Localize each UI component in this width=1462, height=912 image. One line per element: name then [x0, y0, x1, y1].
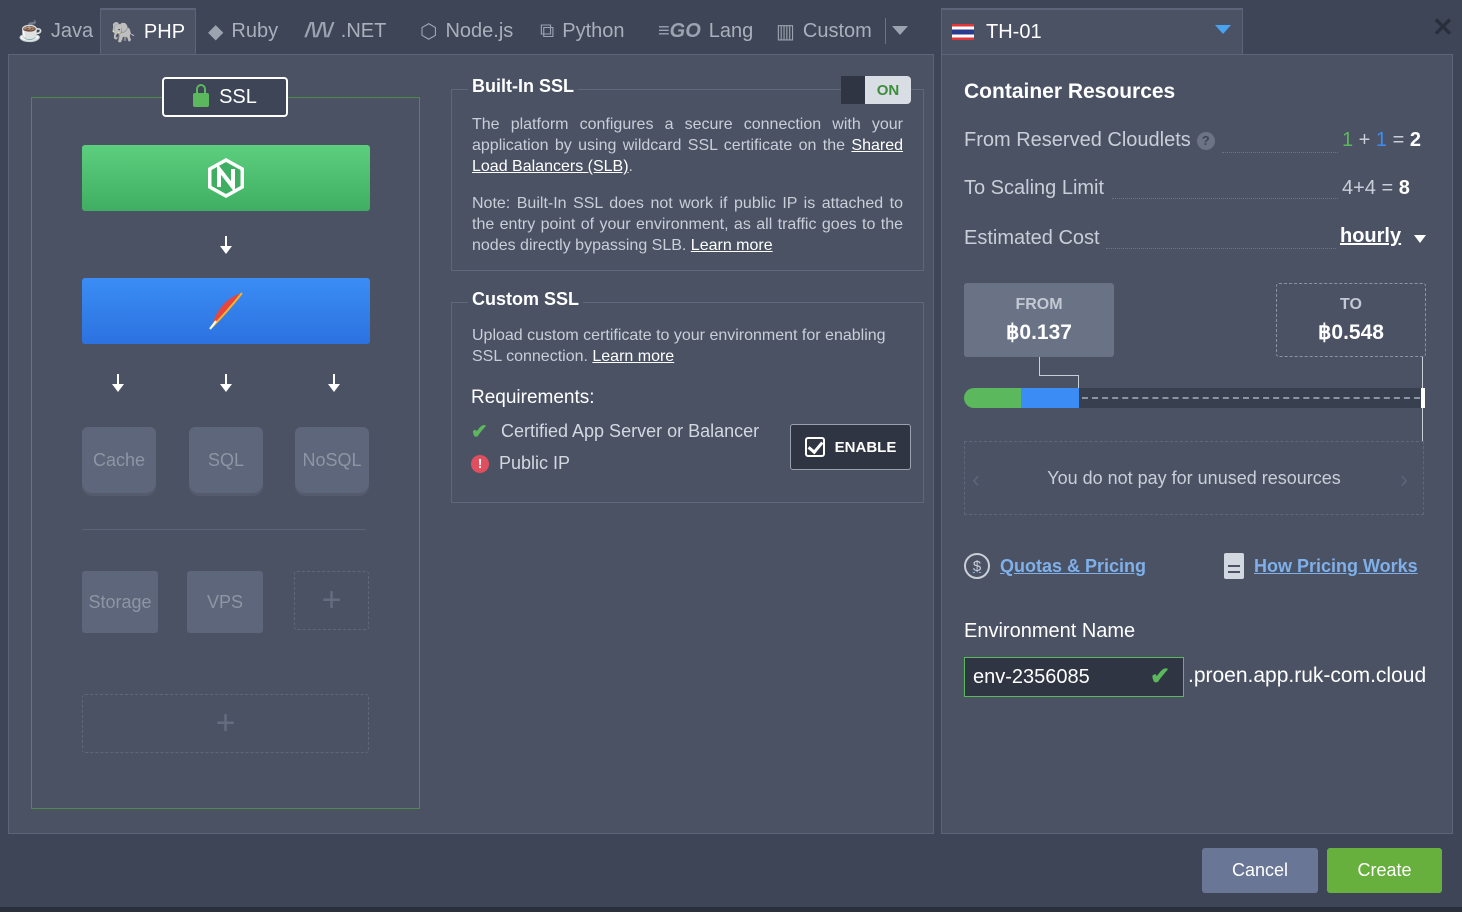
cost-from-box: FROM ฿0.137 [964, 283, 1114, 357]
learn-more-link[interactable]: Learn more [691, 237, 773, 254]
from-connector [1039, 357, 1079, 376]
learn-more-link[interactable]: Learn more [592, 348, 674, 365]
chevron-down-icon[interactable] [1414, 235, 1426, 243]
dotted-leader [1112, 198, 1338, 199]
add-layer-button[interactable]: + [82, 694, 369, 753]
checkbox-icon [804, 437, 825, 457]
cache-node[interactable]: Cache [82, 427, 156, 493]
reserved-cloudlets-label: From Reserved Cloudlets? [964, 129, 1215, 152]
tab-nodejs[interactable]: ⬡ Node.js [410, 8, 523, 54]
plus-icon: + [321, 581, 342, 619]
plus-icon: + [215, 704, 236, 742]
requirement-public-ip: ! Public IP [471, 453, 570, 474]
tab-separator [885, 18, 886, 44]
custom-ssl-description: Upload custom certificate to your enviro… [472, 327, 886, 365]
custom-ssl-section: Custom SSL Upload custom certificate to … [451, 289, 924, 503]
scaling-limit-value: 4+4 = 8 [1342, 177, 1410, 199]
tab-go-lang[interactable]: ≡GO Lang [648, 8, 763, 54]
go-icon: ≡GO [658, 19, 701, 42]
flow-arrow [220, 236, 232, 254]
sql-node[interactable]: SQL [189, 427, 263, 493]
container-resources-title: Container Resources [964, 80, 1176, 103]
dotted-leader [1222, 152, 1338, 153]
scaling-bar-dashes [1082, 397, 1420, 399]
requirement-app-server: ✔ Certified App Server or Balancer [471, 421, 760, 443]
nodejs-icon: ⬡ [420, 20, 438, 43]
python-icon: ⧉ [540, 19, 555, 42]
chevron-right-icon[interactable]: › [1400, 466, 1408, 494]
dotnet-icon: /\/\/ [305, 19, 333, 42]
reserved-bar-segment [1021, 388, 1079, 408]
tab-python[interactable]: ⧉ Python [530, 8, 635, 54]
enable-custom-ssl-button[interactable]: ENABLE [790, 424, 911, 470]
cancel-button[interactable]: Cancel [1202, 848, 1318, 893]
cost-to-box: TO ฿0.548 [1276, 283, 1426, 357]
nginx-icon [208, 158, 244, 198]
create-button[interactable]: Create [1327, 848, 1442, 893]
scaling-limit-marker [1421, 388, 1425, 408]
storage-node[interactable]: Storage [82, 571, 158, 633]
php-icon: 🐘 [111, 21, 136, 44]
quotas-pricing-link[interactable]: $ Quotas & Pricing [964, 553, 1146, 579]
apache-app-server-node[interactable] [82, 278, 370, 344]
dotted-leader [1106, 248, 1336, 249]
flow-arrow [220, 374, 232, 392]
estimated-cost-label: Estimated Cost [964, 227, 1100, 249]
nosql-node[interactable]: NoSQL [295, 427, 369, 493]
chevron-left-icon[interactable]: ‹ [972, 466, 980, 494]
custom-icon: ▥ [776, 20, 795, 43]
document-icon [1224, 553, 1244, 579]
environment-name-label: Environment Name [964, 620, 1136, 642]
builtin-ssl-description: The platform configures a secure connect… [472, 116, 903, 175]
scaling-limit-label: To Scaling Limit [964, 177, 1105, 199]
unused-resources-info: You do not pay for unused resources [964, 441, 1424, 515]
toggle-knob [841, 76, 865, 104]
how-pricing-works-link[interactable]: How Pricing Works [1224, 553, 1418, 579]
ssl-button[interactable]: SSL [162, 77, 288, 117]
flow-arrow [328, 374, 340, 392]
chevron-down-icon[interactable] [1215, 25, 1231, 34]
help-icon[interactable]: ? [1196, 131, 1215, 150]
error-icon: ! [471, 454, 489, 473]
reserved-cloudlets-value: 1 + 1 = 2 [1342, 129, 1421, 151]
vps-node[interactable]: VPS [187, 571, 263, 633]
region-selector[interactable]: TH-01 [941, 8, 1243, 54]
tab-custom[interactable]: ▥ Custom [766, 8, 882, 54]
java-icon: ☕ [18, 20, 43, 43]
flow-arrow [112, 374, 124, 392]
thailand-flag-icon [952, 24, 974, 40]
tab-java[interactable]: ☕ Java [8, 8, 103, 54]
nginx-balancer-node[interactable] [82, 145, 370, 211]
engine-tabs: ☕ Java 🐘 PHP ◆ Ruby /\/\/.NET ⬡ Node.js ⧉ Pyt… [0, 0, 935, 54]
tab-dotnet[interactable]: /\/\/.NET [295, 8, 396, 54]
bottom-border [0, 907, 1462, 912]
add-node-button[interactable]: + [294, 571, 369, 630]
chevron-down-icon[interactable] [892, 26, 908, 35]
dollar-icon: $ [964, 553, 990, 579]
builtin-ssl-title: Built-In SSL [468, 76, 578, 97]
requirements-title: Requirements: [471, 387, 595, 408]
custom-ssl-title: Custom SSL [468, 289, 584, 310]
ruby-icon: ◆ [208, 20, 224, 43]
lock-icon [193, 84, 210, 107]
builtin-ssl-note: Note: Built-In SSL does not work if publ… [472, 195, 903, 254]
check-icon: ✔ [1150, 663, 1171, 690]
apache-feather-icon [209, 292, 243, 330]
environment-domain-suffix: .proen.app.ruk-com.cloud [1188, 664, 1427, 687]
tab-ruby[interactable]: ◆ Ruby [198, 8, 288, 54]
check-icon: ✔ [471, 421, 488, 443]
builtin-ssl-section: Built-In SSL The platform configures a s… [451, 76, 924, 271]
close-icon[interactable]: ✕ [1432, 12, 1454, 43]
cost-period-dropdown[interactable]: hourly [1340, 225, 1401, 248]
reserved-bar-segment [964, 388, 1021, 408]
divider [82, 529, 366, 530]
builtin-ssl-toggle[interactable]: ON [841, 76, 911, 104]
from-connector [1078, 376, 1079, 388]
tab-php[interactable]: 🐘 PHP [100, 8, 197, 54]
